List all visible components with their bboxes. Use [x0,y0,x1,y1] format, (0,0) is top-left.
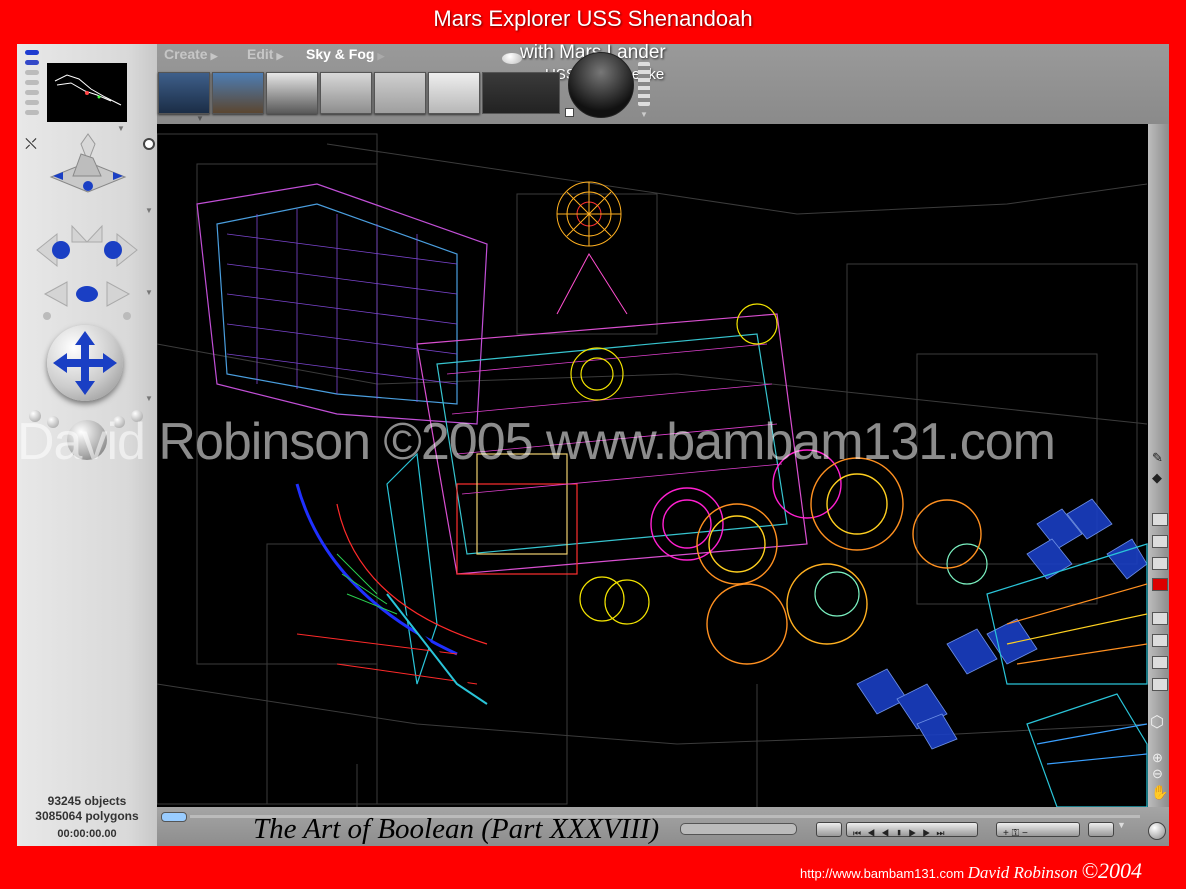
sky-preset-5-thumbnail[interactable] [374,72,426,114]
playback-icons: ⏮◀◀▮▶▶⏭ [853,828,951,838]
timeline-scrubber[interactable] [161,812,187,822]
rotate-trackball[interactable] [47,325,123,401]
render-stop-icon[interactable] [1152,578,1168,591]
pencil-icon[interactable]: ✎ [1152,450,1163,466]
text-icon[interactable] [1152,634,1168,647]
layer-indicator-icon[interactable] [25,70,39,75]
radio-icon[interactable] [143,138,155,150]
camera-icon[interactable]: ⛌ [25,136,37,154]
footer-copyright: ©2004 [1081,858,1143,883]
menu-edit[interactable]: Edit ▶ [247,46,283,62]
keyboard-icon[interactable] [1152,656,1168,669]
light-intensity-slider[interactable] [638,62,650,106]
fog-checkbox[interactable] [565,108,574,117]
sky-preset-4-thumbnail[interactable] [320,72,372,114]
globe-icon[interactable] [1148,822,1166,840]
cube-icon[interactable]: ⬡ [1150,712,1164,732]
download-icon[interactable] [1152,678,1168,691]
layer-indicator-icon[interactable] [25,110,39,115]
menu-edit-label: Edit [247,46,274,62]
sun-position-dial[interactable] [568,52,634,118]
layer-indicator-icon[interactable] [25,90,39,95]
sky-preset-1-thumbnail[interactable] [158,72,210,114]
dropdown-arrow-icon[interactable]: ▼ [145,394,153,403]
dropdown-arrow-icon[interactable]: ▼ [196,114,204,123]
dropdown-arrow-icon[interactable]: ▼ [145,288,153,297]
loop-button[interactable] [1088,822,1114,837]
layer-indicator-icon[interactable] [25,50,39,55]
render-fast-icon[interactable] [1152,535,1168,548]
render-area-icon[interactable] [1152,513,1168,526]
menu-sky-fog[interactable]: Sky & Fog ▶ [306,46,384,62]
move-y-control[interactable] [37,272,137,322]
timecode: 00:00:00.00 [57,828,117,840]
list-icon[interactable] [1152,612,1168,625]
sky-preset-2-thumbnail[interactable] [212,72,264,114]
four-way-arrow-icon [53,331,117,395]
dropdown-arrow-icon[interactable]: ▼ [640,110,648,119]
keyframe-strip[interactable] [680,823,797,835]
layer-indicator-icon[interactable] [25,60,39,65]
chevron-right-icon: ▶ [377,51,385,61]
chevron-right-icon: ▶ [276,51,284,61]
render-full-icon[interactable] [1152,557,1168,570]
zoom-out-icon[interactable]: ⊖ [1152,766,1163,782]
scene-preview-thumbnail[interactable] [47,63,127,122]
keyframe-controls[interactable]: + ⚿ − [996,822,1080,839]
sky-preset-3-thumbnail[interactable] [266,72,318,114]
layer-indicator-icon[interactable] [25,100,39,105]
window-title: Mars Explorer USS Shenandoah [433,6,753,31]
caption-text: The Art of Boolean (Part XXXVIII) [253,813,660,845]
scene-preview-icon [54,74,122,106]
sky-preset-6-thumbnail[interactable] [428,72,480,114]
record-button[interactable] [816,822,842,837]
chevron-right-icon: ▶ [210,51,218,61]
menu-create-label: Create [164,46,208,62]
key-icon: + ⚿ − [1003,828,1028,839]
footer-url[interactable]: http://www.bambam131.com [800,866,964,881]
zoom-in-icon[interactable]: ⊕ [1152,750,1163,766]
terrain-trackball-control[interactable] [43,132,133,212]
eraser-icon[interactable]: ◆ [1152,470,1162,486]
footer: http://www.bambam131.com David Robinson … [800,858,1142,884]
footer-signature: David Robinson [967,863,1078,882]
pan-hand-icon[interactable]: ✋ [1151,784,1168,801]
watermark: David Robinson ©2005 www.bambam131.com [17,413,1056,471]
layer-indicator-icon[interactable] [25,80,39,85]
cloud-icon[interactable] [502,53,522,64]
menu-sky-fog-label: Sky & Fog [306,46,375,62]
dropdown-arrow-icon[interactable]: ▼ [145,206,153,215]
dropdown-arrow-icon[interactable]: ▼ [1117,820,1126,830]
fog-color-swatch[interactable] [482,72,560,114]
object-count: 93245 objects [47,794,127,808]
playback-controls[interactable]: ⏮◀◀▮▶▶⏭ [846,822,978,838]
menu-create[interactable]: Create ▶ [164,46,218,62]
polygon-count: 3085064 polygons [35,809,139,823]
